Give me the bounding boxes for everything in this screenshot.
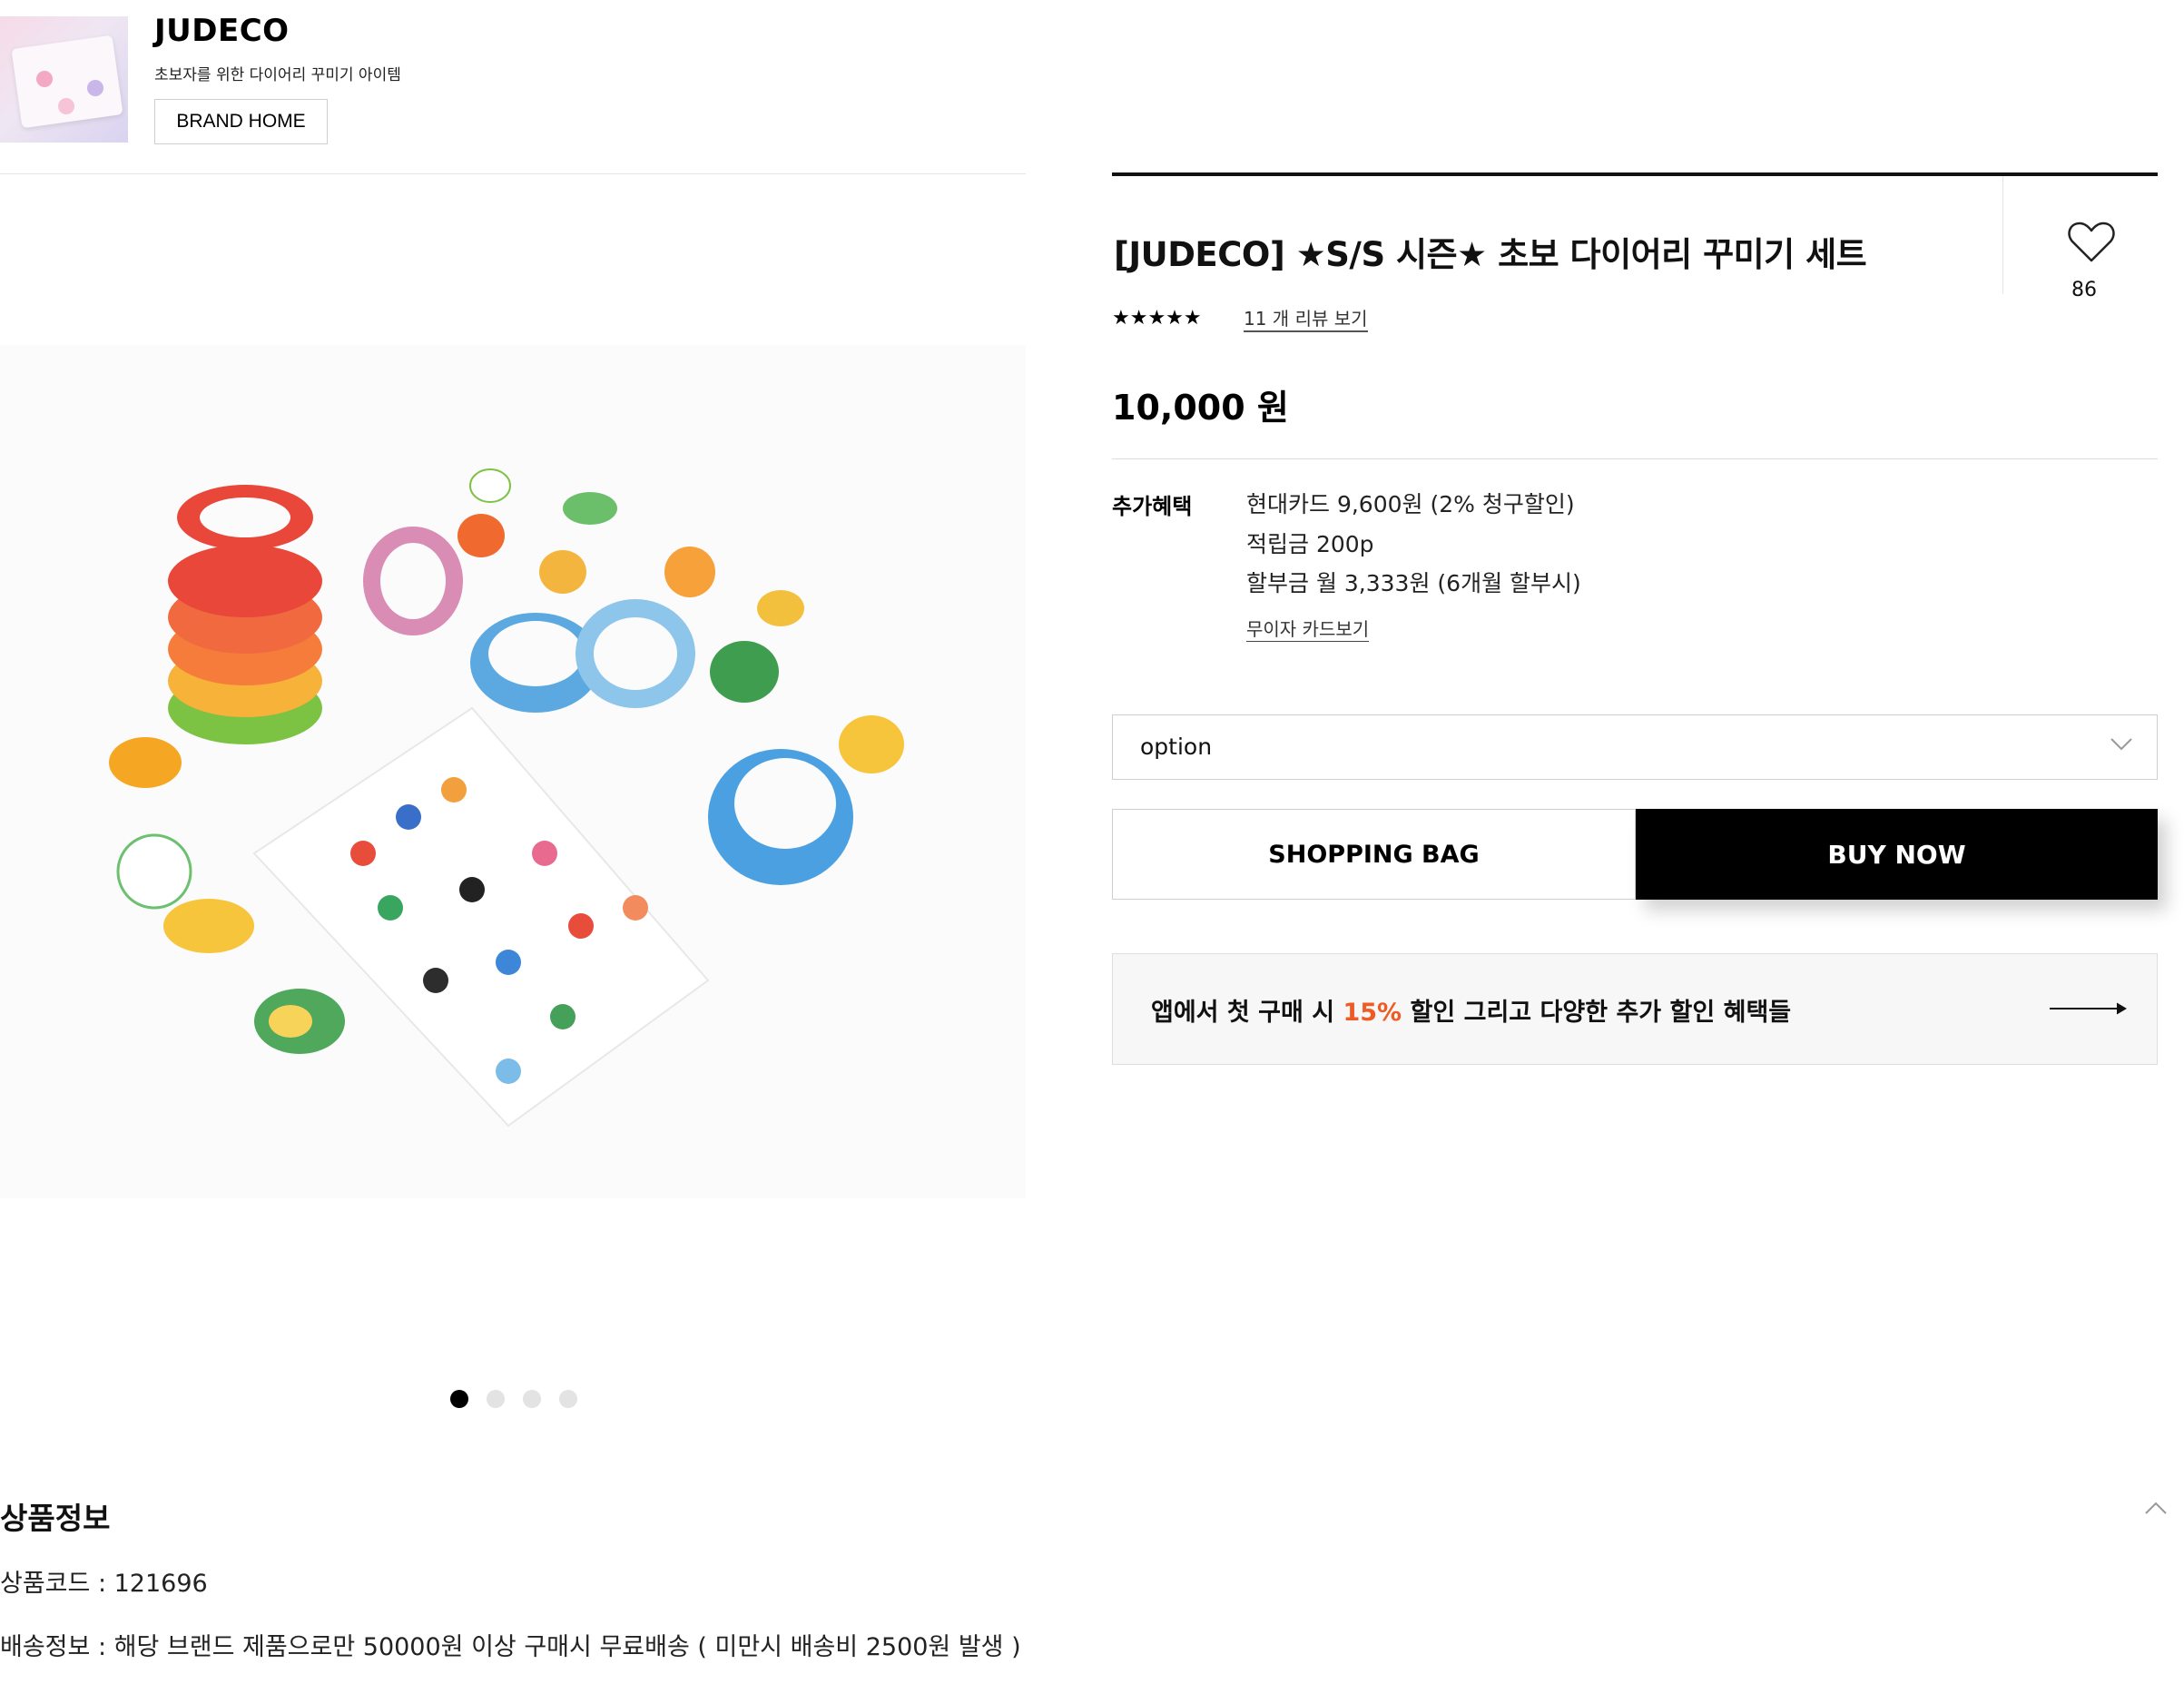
benefit-installment: 할부금 월 3,333원 (6개월 할부시) [1246, 570, 1581, 596]
app-banner-highlight: 15% [1343, 999, 1402, 1027]
benefit-points: 적립금 200p [1246, 531, 1374, 557]
pineapple-sticker [109, 737, 182, 788]
sticker [550, 1004, 576, 1029]
like-count: 86 [2071, 279, 2097, 301]
thumbnail-flower [36, 71, 53, 87]
chevron-up-icon[interactable] [2144, 1501, 2168, 1519]
benefit-label: 추가혜택 [1112, 494, 1193, 519]
benefit-card-discount: 현대카드 9,600원 (2% 청구할인) [1246, 491, 1575, 517]
tape-core [488, 621, 583, 686]
product-image[interactable] [0, 345, 1026, 1198]
pineapple-sticker [116, 833, 192, 910]
sticker [457, 514, 505, 557]
pineapple-sticker [539, 550, 586, 594]
brand-description: 초보자를 위한 다이어리 꾸미기 아이템 [154, 66, 401, 84]
thumbnail-flower [87, 80, 103, 96]
brand-home-button[interactable]: BRAND HOME [154, 99, 328, 144]
pineapple-sticker [163, 899, 254, 953]
tape-core [200, 497, 290, 537]
gallery-pagination [450, 1390, 577, 1408]
pineapple-sticker [839, 715, 904, 773]
tape-core [380, 543, 446, 619]
app-banner-text-after: 할인 그리고 다양한 추가 할인 혜택들 [1402, 999, 1792, 1027]
sticker [459, 877, 485, 902]
rating-stars: ★★★★★ [1112, 307, 1202, 330]
app-discount-banner[interactable]: 앱에서 첫 구매 시 15% 할인 그리고 다양한 추가 할인 혜택들 [1112, 953, 2158, 1065]
brand-name[interactable]: JUDECO [154, 13, 290, 49]
buy-now-button[interactable]: BUY NOW [1636, 809, 2158, 900]
sticker [441, 777, 467, 803]
sticker [623, 895, 648, 921]
option-select-value: option [1140, 734, 1213, 760]
gallery-dot[interactable] [523, 1390, 541, 1408]
interest-free-card-link[interactable]: 무이자 카드보기 [1246, 617, 1370, 642]
thumbnail-flower [58, 98, 74, 114]
option-select[interactable]: option [1112, 714, 2158, 780]
product-info-title: 상품정보 [0, 1501, 111, 1536]
heart-icon[interactable] [2068, 222, 2115, 267]
arrow-right-icon [2048, 1000, 2130, 1021]
product-photo [109, 468, 904, 1128]
sticker [396, 804, 421, 830]
header-divider [0, 173, 1026, 174]
sticker [350, 841, 376, 866]
tape-core [734, 758, 836, 849]
gallery-dot[interactable] [487, 1390, 505, 1408]
gallery-dot[interactable] [559, 1390, 577, 1408]
product-top-rule [1112, 172, 2158, 176]
sticker [496, 1059, 521, 1084]
thumbnail-diary-page [11, 34, 123, 129]
brand-thumbnail[interactable] [0, 16, 128, 143]
donut-sticker [269, 1005, 312, 1038]
pineapple-sticker [664, 547, 715, 597]
shipping-info: 배송정보 : 해당 브랜드 제품으로만 50000원 이상 구매시 무료배송 (… [0, 1633, 1021, 1661]
price-divider [1112, 458, 2158, 459]
donut-sticker [710, 641, 779, 703]
sticker [532, 841, 557, 866]
product-code: 상품코드 : 121696 [0, 1570, 208, 1598]
app-banner-text: 앱에서 첫 구매 시 15% 할인 그리고 다양한 추가 할인 혜택들 [1151, 992, 1791, 1028]
app-banner-text-before: 앱에서 첫 구매 시 [1151, 999, 1343, 1027]
sticker [378, 895, 403, 921]
sticker [423, 968, 448, 993]
sticker [757, 590, 804, 626]
product-title: [JUDECO] ★S/S 시즌★ 초보 다이어리 꾸미기 세트 [1114, 235, 1867, 274]
review-link[interactable]: 11 개 리뷰 보기 [1244, 307, 1368, 332]
product-price: 10,000 원 [1112, 388, 1289, 428]
pineapple-sticker [469, 468, 511, 503]
washi-tape [168, 545, 322, 617]
shopping-bag-button[interactable]: SHOPPING BAG [1112, 809, 1636, 900]
sticker [563, 492, 617, 525]
sticker [568, 913, 594, 939]
like-divider [2002, 176, 2003, 294]
tape-core [594, 617, 677, 690]
sticker [496, 950, 521, 975]
chevron-down-icon [2110, 737, 2133, 755]
gallery-dot[interactable] [450, 1390, 468, 1408]
